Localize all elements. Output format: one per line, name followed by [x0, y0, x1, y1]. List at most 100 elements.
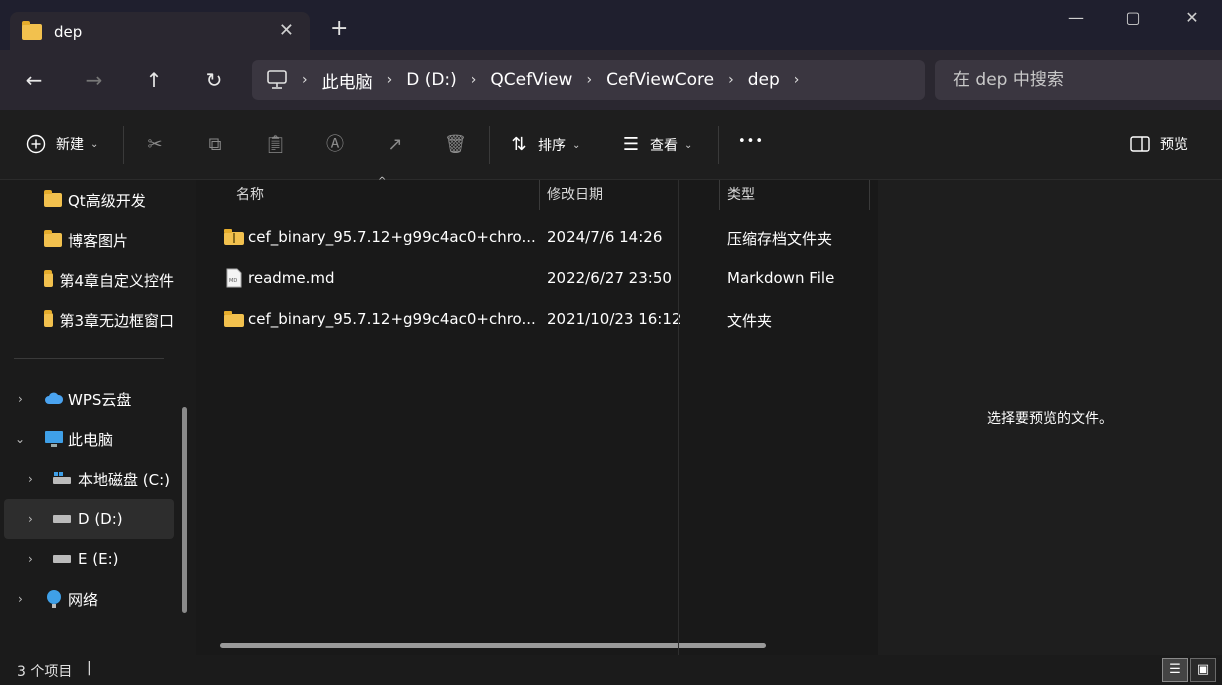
sidebar-item-d-drive[interactable]: › D (D:): [4, 499, 174, 539]
preview-pane-button[interactable]: 预览: [1130, 134, 1188, 154]
folder-icon: [224, 311, 244, 327]
address-bar[interactable]: › 此电脑 › D (D:) › QCefView › CefViewCore …: [252, 60, 925, 100]
navigation-pane: Qt高级开发 博客图片 第4章自定义控件 第3章无边框窗口 › WPS云盘 ⌄ …: [0, 180, 196, 655]
search-input[interactable]: 在 dep 中搜索: [935, 60, 1222, 100]
sidebar-item-blog-images[interactable]: 博客图片: [0, 220, 174, 260]
chevron-right-icon[interactable]: ›: [586, 72, 592, 88]
file-name: readme.md: [248, 269, 335, 287]
divider[interactable]: [869, 180, 870, 210]
sidebar-item-network[interactable]: › 网络: [0, 579, 174, 619]
folder-icon: [44, 230, 62, 247]
sidebar-item-chapter3[interactable]: 第3章无边框窗口: [0, 300, 174, 340]
scissors-icon: ✂: [147, 134, 163, 155]
folder-icon: [44, 190, 62, 207]
view-button[interactable]: ☰ 查看 ⌄: [620, 134, 692, 156]
minimize-button[interactable]: —: [1056, 8, 1096, 27]
folder-icon: [44, 310, 54, 327]
breadcrumb-cefviewcore[interactable]: CefViewCore: [606, 70, 714, 90]
title-bar: dep ✕ + — ▢ ✕: [0, 0, 1222, 52]
breadcrumb-dep[interactable]: dep: [748, 70, 780, 90]
chevron-right-icon[interactable]: ›: [794, 72, 800, 88]
table-row[interactable]: cef_binary_95.7.12+g99c4ac0+chro... 2021…: [198, 300, 868, 340]
folder-icon: [44, 270, 54, 287]
close-button[interactable]: ✕: [1172, 8, 1212, 27]
file-name: cef_binary_95.7.12+g99c4ac0+chro...: [248, 228, 536, 246]
sidebar-item-chapter4[interactable]: 第4章自定义控件: [0, 260, 174, 300]
refresh-button[interactable]: ↻: [202, 68, 226, 92]
sort-button[interactable]: ⇅ 排序 ⌄: [508, 134, 580, 156]
file-modified: 2021/10/23 16:12: [547, 310, 682, 328]
sidebar-item-label: 此电脑: [68, 430, 114, 449]
preview-label: 预览: [1160, 137, 1188, 153]
details-view-button[interactable]: ☰: [1162, 658, 1188, 682]
drive-icon: [53, 555, 71, 563]
up-button[interactable]: ↑: [142, 68, 166, 92]
sidebar-item-label: 第3章无边框窗口: [59, 311, 174, 330]
preview-message: 选择要预览的文件。: [987, 411, 1113, 427]
copy-button[interactable]: ⧉: [204, 134, 226, 156]
chevron-right-icon[interactable]: ›: [28, 472, 33, 486]
chevron-right-icon[interactable]: ›: [18, 592, 23, 606]
tab-close-button[interactable]: ✕: [279, 20, 294, 41]
file-type: Markdown File: [727, 269, 835, 287]
chevron-right-icon[interactable]: ›: [302, 72, 308, 88]
chevron-right-icon[interactable]: ›: [471, 72, 477, 88]
more-options-button[interactable]: •••: [738, 134, 764, 149]
cut-button[interactable]: ✂: [144, 134, 166, 156]
column-header-type[interactable]: 类型: [727, 180, 867, 210]
file-type: 压缩存档文件夹: [727, 230, 833, 248]
trash-icon: 🗑︎: [444, 134, 467, 155]
network-icon: [47, 590, 61, 608]
sidebar-item-wps[interactable]: › WPS云盘: [0, 379, 174, 419]
chevron-right-icon[interactable]: ›: [728, 72, 734, 88]
computer-icon: [267, 70, 287, 89]
sidebar-item-e-drive[interactable]: › E (E:): [0, 539, 174, 579]
chevron-down-icon: ⌄: [684, 139, 693, 151]
navigation-bar: ← → ↑ ↻ › 此电脑 › D (D:) › QCefView › CefV…: [0, 50, 1222, 110]
sidebar-item-qt[interactable]: Qt高级开发: [0, 180, 174, 220]
command-bar: 新建 ⌄ ✂ ⧉ 📋︎ Ⓐ ↗ 🗑︎ ⇅ 排序 ⌄ ☰ 查看 ⌄ ••• 预览: [0, 110, 1222, 180]
column-header-modified[interactable]: 修改日期: [547, 180, 717, 210]
divider: |: [87, 660, 92, 676]
table-row[interactable]: MD readme.md 2022/6/27 23:50 Markdown Fi…: [198, 259, 868, 299]
forward-button[interactable]: →: [82, 68, 106, 92]
breadcrumb-qcefview[interactable]: QCefView: [490, 70, 572, 90]
sidebar-item-c-drive[interactable]: › 本地磁盘 (C:): [0, 459, 174, 499]
tiles-view-button[interactable]: ▣: [1190, 658, 1216, 682]
share-button[interactable]: ↗: [384, 134, 406, 156]
divider[interactable]: [719, 180, 720, 210]
chevron-right-icon[interactable]: ›: [28, 512, 33, 526]
sort-arrow-icon: ^: [378, 176, 387, 187]
breadcrumb-d-drive[interactable]: D (D:): [406, 70, 457, 90]
rename-button[interactable]: Ⓐ: [324, 134, 346, 156]
divider: [678, 180, 679, 655]
new-button[interactable]: 新建 ⌄: [26, 134, 98, 154]
sidebar-item-this-pc[interactable]: ⌄ 此电脑: [0, 419, 174, 459]
share-icon: ↗: [387, 134, 403, 155]
chevron-right-icon[interactable]: ›: [28, 552, 33, 566]
back-button[interactable]: ←: [22, 68, 46, 92]
sort-icon: ⇅: [511, 134, 527, 155]
sidebar-scrollbar[interactable]: [182, 407, 187, 613]
file-type: 文件夹: [727, 312, 773, 330]
chevron-down-icon[interactable]: ⌄: [15, 432, 25, 446]
sidebar-item-label: WPS云盘: [68, 390, 132, 409]
horizontal-scrollbar[interactable]: [220, 643, 766, 648]
table-row[interactable]: cef_binary_95.7.12+g99c4ac0+chro... 2024…: [198, 218, 868, 258]
sidebar-item-label: 网络: [68, 590, 99, 609]
tab-dep[interactable]: dep ✕: [10, 12, 310, 52]
divider[interactable]: [539, 180, 540, 210]
delete-button[interactable]: 🗑︎: [444, 134, 467, 156]
chevron-right-icon[interactable]: ›: [387, 72, 393, 88]
view-list-icon: ☰: [622, 134, 640, 155]
chevron-right-icon[interactable]: ›: [18, 392, 23, 406]
new-tab-button[interactable]: +: [330, 18, 348, 40]
divider: [123, 126, 124, 164]
details-view-icon: ☰: [1169, 662, 1181, 677]
breadcrumb-this-pc[interactable]: 此电脑: [322, 68, 373, 93]
paste-button[interactable]: 📋︎: [264, 134, 287, 156]
view-label: 查看: [650, 138, 678, 154]
divider: [14, 358, 164, 359]
maximize-button[interactable]: ▢: [1113, 8, 1153, 27]
sort-label: 排序: [538, 138, 566, 154]
